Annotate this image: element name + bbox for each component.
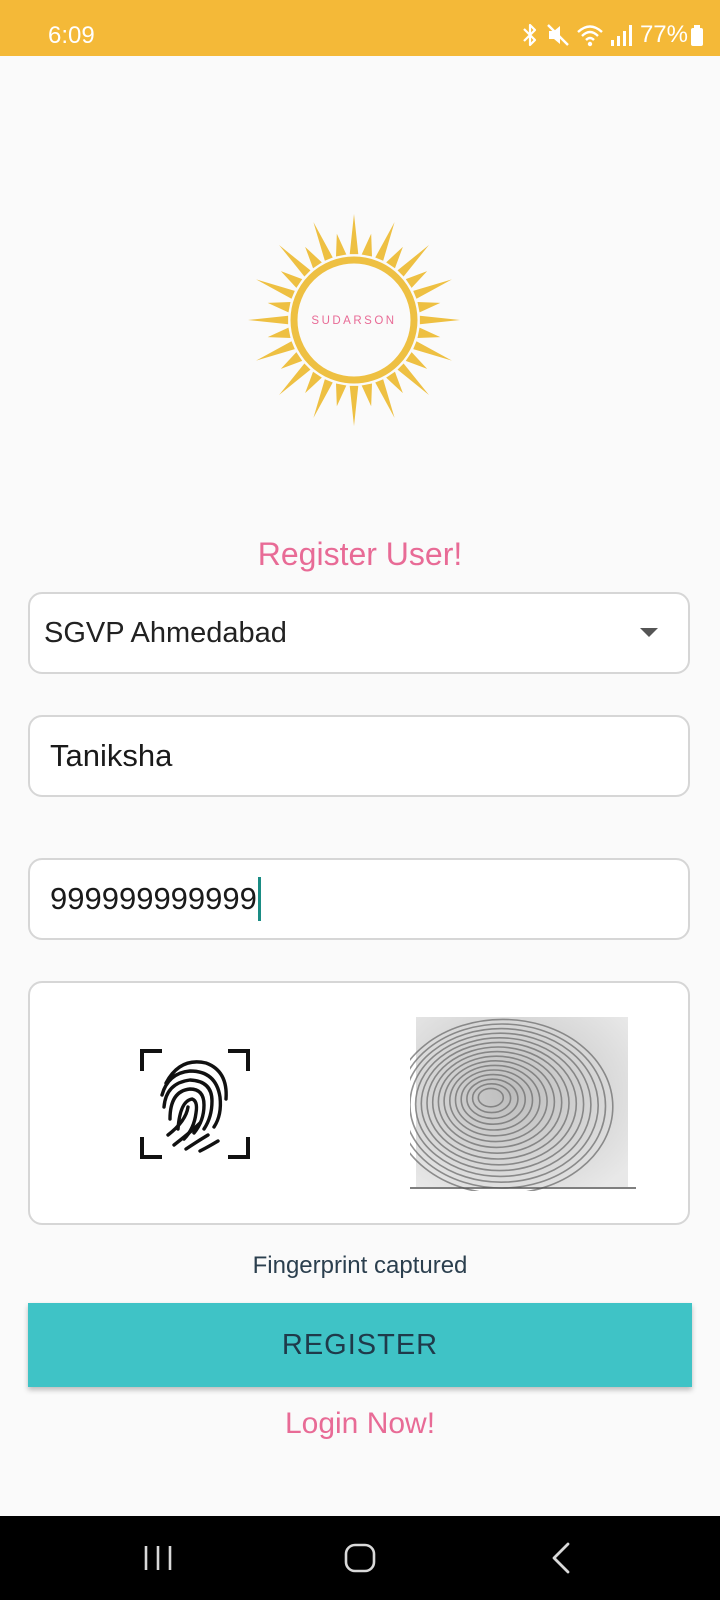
- fingerprint-status: Fingerprint captured: [252, 1252, 468, 1279]
- sun-ray: [248, 315, 289, 325]
- sun-ray: [280, 352, 303, 369]
- sun-ray: [349, 385, 359, 426]
- name-input[interactable]: Taniksha: [28, 715, 690, 797]
- register-button[interactable]: REGISTER: [28, 1303, 692, 1387]
- sun-ray: [267, 301, 291, 313]
- sun-ray: [279, 363, 311, 395]
- sun-ray: [256, 341, 295, 361]
- sun-ray: [375, 379, 395, 418]
- bluetooth-icon: [520, 22, 540, 48]
- sun-ray: [361, 233, 373, 257]
- sun-ray: [405, 352, 428, 369]
- dropdown-arrow-icon[interactable]: [640, 628, 658, 637]
- text-cursor: [257, 877, 261, 921]
- page-title: Register User!: [257, 536, 463, 572]
- sun-ray: [335, 383, 347, 407]
- fingerprint-card: [28, 981, 690, 1225]
- number-input-wrap: 999999999999: [50, 860, 261, 938]
- sun-ray: [413, 279, 452, 299]
- sun-ray: [386, 371, 403, 394]
- sun-ray: [305, 246, 322, 269]
- sun-ray: [313, 379, 333, 418]
- sun-ray: [335, 233, 347, 257]
- wifi-icon: [576, 22, 604, 48]
- sun-ray: [349, 214, 359, 255]
- battery-percentage: 77%: [639, 21, 688, 48]
- status-icons: 77%: [514, 20, 704, 50]
- status-time: 6:09: [48, 22, 95, 49]
- number-input[interactable]: 999999999999: [28, 858, 690, 940]
- logo-text: SUDARSON: [311, 315, 396, 327]
- sun-ray: [361, 383, 373, 407]
- number-input-value: 999999999999: [50, 881, 257, 916]
- sun-ray: [305, 371, 322, 394]
- sun-ray: [413, 341, 452, 361]
- fingerprint-preview-image: [392, 1017, 636, 1195]
- sun-ray: [386, 246, 403, 269]
- sun-ray: [405, 271, 428, 288]
- navigation-bar: [0, 1516, 720, 1600]
- login-link[interactable]: Login Now!: [0, 1404, 720, 1444]
- sun-ray: [279, 245, 311, 277]
- sun-ray: [280, 271, 303, 288]
- sudarson-logo: SUDARSON: [246, 212, 462, 428]
- sun-ray: [397, 363, 429, 395]
- signal-icon: [610, 22, 632, 48]
- sun-ray: [417, 327, 441, 339]
- back-icon[interactable]: [542, 1538, 582, 1578]
- sun-ray: [397, 245, 429, 277]
- name-input-value: Taniksha: [50, 738, 173, 773]
- home-icon[interactable]: [340, 1538, 380, 1578]
- sun-ray: [267, 327, 291, 339]
- location-select[interactable]: SGVP Ahmedabad: [28, 592, 690, 674]
- location-select-value: SGVP Ahmedabad: [44, 617, 287, 649]
- sun-ray: [419, 315, 460, 325]
- mute-icon: [546, 22, 570, 48]
- battery-icon: [690, 22, 704, 48]
- fingerprint-scan-icon[interactable]: [140, 1049, 250, 1159]
- recent-apps-icon[interactable]: [138, 1538, 178, 1578]
- sun-ray: [313, 222, 333, 261]
- sun-ray: [417, 301, 441, 313]
- sun-ray: [256, 279, 295, 299]
- sun-ray: [375, 222, 395, 261]
- status-bar: 6:09 77%: [0, 0, 720, 56]
